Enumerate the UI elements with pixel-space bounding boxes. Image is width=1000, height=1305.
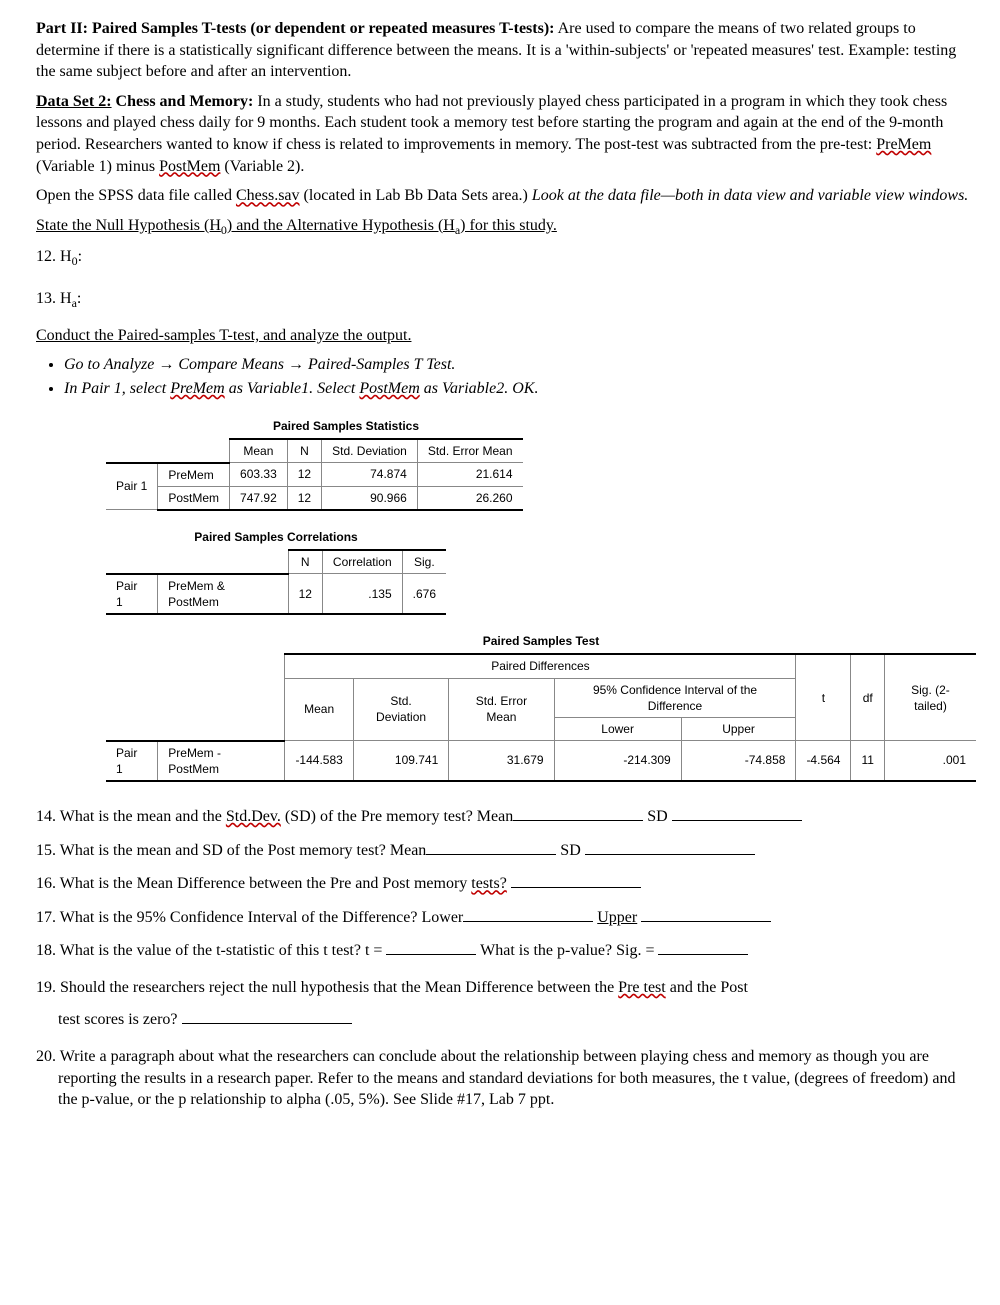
q18: 18. What is the value of the t-statistic… [36, 938, 970, 962]
table-correlations: Paired Samples Correlations N Correlatio… [106, 529, 446, 615]
var-premem: PreMem [876, 136, 931, 153]
state-hypotheses: State the Null Hypothesis (H0) and the A… [36, 215, 970, 238]
q19: 19. Should the researchers reject the nu… [36, 972, 970, 1036]
conduct-heading: Conduct the Paired-samples T-test, and a… [36, 325, 970, 347]
arrow-icon: → [288, 356, 304, 373]
blank-input[interactable] [658, 938, 748, 955]
arrow-icon: → [158, 356, 174, 373]
blank-input[interactable] [585, 838, 755, 855]
blank-input[interactable] [513, 804, 643, 821]
conduct-heading-text: Conduct the Paired-samples T-test, and a… [36, 327, 411, 344]
openfile-italic: Look at the data file—both in data view … [532, 187, 968, 204]
blank-input[interactable] [672, 804, 802, 821]
q20: 20. Write a paragraph about what the res… [36, 1046, 970, 1111]
blank-input[interactable] [463, 905, 593, 922]
blank-input[interactable] [386, 938, 476, 955]
q13-ha: 13. Ha: [36, 288, 970, 311]
dataset-tail: (Variable 2). [220, 158, 304, 175]
state-hyp-text: State the Null Hypothesis (H0) and the A… [36, 217, 557, 234]
q16: 16. What is the Mean Difference between … [36, 871, 970, 895]
part2-label: Part II: Paired Samples T-tests (or depe… [36, 20, 555, 37]
openfile-tail: (located in Lab Bb Data Sets area.) [300, 187, 532, 204]
spss-table: N Correlation Sig. Pair 1 PreMem & PostM… [106, 549, 446, 615]
var-postmem: PostMem [159, 158, 220, 175]
table-test: Paired Samples Test Paired Differences t… [106, 633, 976, 782]
openfile-name: Chess.sav [236, 187, 300, 204]
table-title: Paired Samples Correlations [106, 529, 446, 545]
table-title: Paired Samples Test [106, 633, 976, 649]
conduct-steps: Go to Analyze → Compare Means → Paired-S… [64, 354, 970, 399]
openfile-paragraph: Open the SPSS data file called Chess.sav… [36, 185, 970, 207]
q12-h0: 12. H0: [36, 246, 970, 269]
conduct-step-1: Go to Analyze → Compare Means → Paired-S… [64, 354, 970, 376]
dataset-paragraph: Data Set 2: Chess and Memory: In a study… [36, 91, 970, 177]
part2-intro: Part II: Paired Samples T-tests (or depe… [36, 18, 970, 83]
conduct-step-2: In Pair 1, select PreMem as Variable1. S… [64, 378, 970, 400]
dataset-mid: (Variable 1) minus [36, 158, 159, 175]
dataset-title: Chess and Memory: [116, 93, 254, 110]
blank-input[interactable] [641, 905, 771, 922]
q15: 15. What is the mean and SD of the Post … [36, 838, 970, 862]
blank-input[interactable] [426, 838, 556, 855]
openfile-lead: Open the SPSS data file called [36, 187, 236, 204]
q14: 14. What is the mean and the Std.Dev. (S… [36, 804, 970, 828]
table-statistics: Paired Samples Statistics Mean N Std. De… [106, 418, 586, 511]
blank-input[interactable] [511, 871, 641, 888]
spss-table: Paired Differences t df Sig. (2-tailed) … [106, 653, 976, 782]
spss-table: Mean N Std. Deviation Std. Error Mean Pa… [106, 438, 523, 511]
questions: 14. What is the mean and the Std.Dev. (S… [36, 804, 970, 1111]
dataset-label: Data Set 2: [36, 93, 112, 110]
blank-input[interactable] [182, 1007, 352, 1024]
table-title: Paired Samples Statistics [106, 418, 586, 434]
q17: 17. What is the 95% Confidence Interval … [36, 905, 970, 929]
